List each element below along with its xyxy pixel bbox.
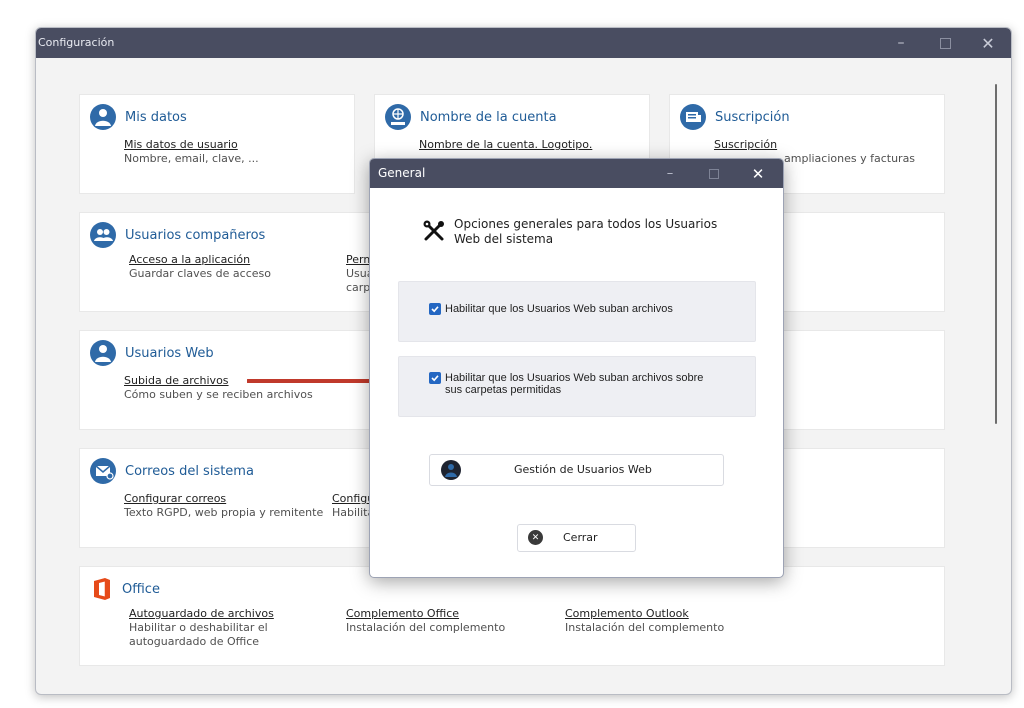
maximize-icon[interactable] (923, 28, 967, 58)
autoguardado-archivos-link[interactable]: Autoguardado de archivos (129, 607, 274, 621)
scrollbar[interactable] (995, 84, 997, 424)
card-mis-datos: Mis datos Mis datos de usuario Nombre, e… (79, 94, 355, 194)
complemento-outlook-link[interactable]: Complemento Outlook (565, 607, 724, 621)
mail-icon (90, 458, 116, 484)
option-panel-1: Habilitar que los Usuarios Web suban arc… (398, 281, 756, 342)
card-title: Usuarios compañeros (125, 227, 266, 243)
card-title: Nombre de la cuenta (420, 109, 557, 125)
item-description: autoguardado de Office (129, 635, 260, 648)
general-dialog: General – ✕ Opciones generales para todo… (369, 158, 784, 578)
cerrar-label: Cerrar (563, 531, 598, 544)
window-titlebar: Configuración – ✕ (36, 28, 1011, 58)
minimize-icon[interactable]: – (648, 159, 692, 188)
maximize-icon[interactable] (692, 159, 736, 188)
user-circle-icon (441, 460, 461, 480)
acceso-aplicacion-link[interactable]: Acceso a la aplicación (129, 253, 271, 267)
item-description: Habilitar o deshabilitar el (129, 621, 268, 634)
user-circle-icon (90, 340, 116, 366)
dialog-header-text: Opciones generales para todos los Usuari… (454, 217, 718, 246)
subscription-icon (680, 104, 706, 130)
nombre-cuenta-logotipo-link[interactable]: Nombre de la cuenta. Logotipo. (419, 138, 592, 152)
option-2-label-line2: sus carpetas permitidas (445, 384, 562, 396)
card-title: Usuarios Web (125, 345, 214, 361)
close-circle-icon: ✕ (528, 530, 543, 545)
office-icon (90, 576, 114, 602)
users-group-icon (90, 222, 116, 248)
item-description: Texto RGPD, web propia y remitente (124, 506, 324, 519)
item-description: Nombre, email, clave, ... (124, 152, 259, 165)
item-description: Instalación del complemento (565, 621, 725, 634)
suscripcion-link[interactable]: Suscripción (714, 138, 915, 152)
mis-datos-de-usuario-link[interactable]: Mis datos de usuario (124, 138, 259, 152)
dialog-titlebar: General – ✕ (370, 159, 783, 188)
window-title: Configuración (38, 36, 115, 49)
configurar-correos-link[interactable]: Configurar correos (124, 492, 323, 506)
card-title: Correos del sistema (125, 463, 254, 479)
gestion-usuarios-web-label: Gestión de Usuarios Web (514, 463, 652, 476)
item-description: Habilita (332, 506, 375, 519)
gestion-usuarios-web-button[interactable]: Gestión de Usuarios Web (429, 454, 724, 486)
option-2-label-line1: Habilitar que los Usuarios Web suban arc… (445, 372, 704, 384)
user-circle-icon (90, 104, 116, 130)
close-icon[interactable]: ✕ (966, 28, 1010, 58)
card-office: Office Autoguardado de archivos Habilita… (79, 566, 945, 666)
card-title: Office (122, 581, 160, 597)
item-description: Guardar claves de acceso (129, 267, 271, 280)
dialog-title: General (378, 166, 426, 180)
habilitar-subida-checkbox[interactable] (429, 303, 441, 315)
close-icon[interactable]: ✕ (736, 159, 780, 188)
option-1-label: Habilitar que los Usuarios Web suban arc… (445, 303, 673, 315)
card-title: Suscripción (715, 109, 790, 125)
complemento-office-link[interactable]: Complemento Office (346, 607, 505, 621)
cerrar-button[interactable]: ✕ Cerrar (517, 524, 636, 552)
configuracion-link[interactable]: Configu (332, 492, 374, 506)
card-title: Mis datos (125, 109, 187, 125)
option-panel-2: Habilitar que los Usuarios Web suban arc… (398, 356, 756, 417)
minimize-icon[interactable]: – (879, 28, 923, 58)
habilitar-subida-carpetas-checkbox[interactable] (429, 372, 441, 384)
item-description: Instalación del complemento (346, 621, 506, 634)
globe-id-icon (385, 104, 411, 130)
tools-icon (422, 219, 446, 247)
